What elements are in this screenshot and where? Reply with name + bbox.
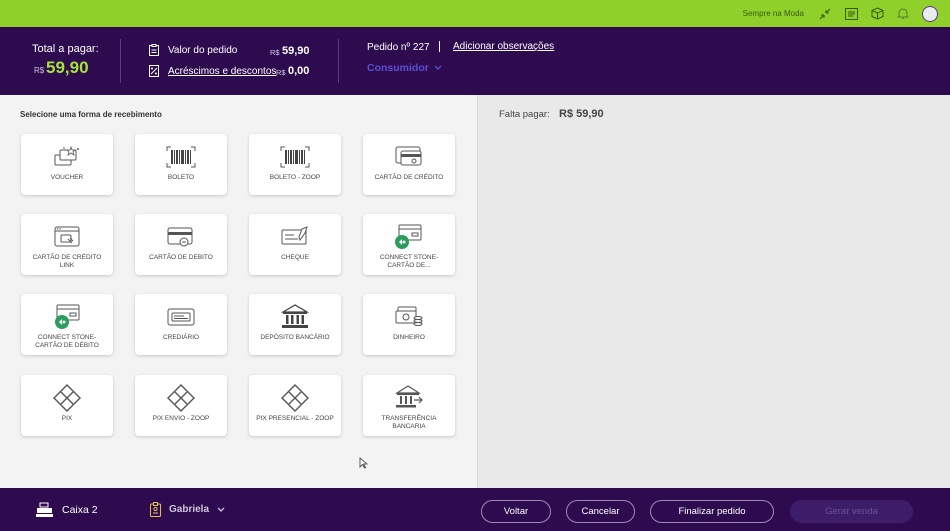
cancel-button[interactable]: Cancelar [566,500,635,523]
finalizar-pedido-button[interactable]: Finalizar pedido [650,500,774,523]
mouse-cursor-icon [359,457,368,469]
total-currency: R$ [34,66,45,75]
payment-method-deposito-bancario[interactable]: DEPÓSITO BANCÁRIO [249,294,341,355]
card-label: CREDIÁRIO [162,334,200,341]
operator-dropdown[interactable]: Gabriela [150,502,225,517]
payment-method-boleto-zoop[interactable]: BOLETO - ZOOP [249,134,341,195]
box-icon[interactable] [870,7,884,21]
cash-icon [394,304,424,330]
card-label: PIX PRESENCIAL - ZOOP [256,415,334,422]
payment-summary-panel: Falta pagar: R$ 59,90 [477,95,950,488]
credit-card-icon [394,144,424,170]
total-label: Total a pagar: [32,43,99,55]
top-bar: Sempre na Moda [0,0,950,27]
card-label: CARTÃO DE DEBITO [149,254,213,261]
card-label: VOUCHER [50,174,84,181]
add-observations-link[interactable]: Adicionar observações [453,41,554,52]
payment-method-pix-presencial-zoop[interactable]: PIX PRESENCIAL - ZOOP [249,375,341,436]
card-label: PIX ENVIO - ZOOP [152,415,210,422]
barcode-icon [166,144,196,170]
voucher-icon [52,144,82,170]
payment-method-connect-stone-debito[interactable]: CONNECT STONE-CARTÃO DE DÉBITO [21,294,113,355]
card-label: CONNECT STONE-CARTÃO DE... [379,254,439,269]
valor-currency: R$ [270,48,280,57]
pedido-number: Pedido nº 227 [367,42,430,53]
card-label: CARTÃO DE CRÉDITO LINK [32,254,102,269]
stone-card-icon [394,224,424,250]
consumidor-dropdown[interactable]: Consumidor [367,62,442,74]
card-link-icon [52,224,82,250]
payment-method-cartao-credito[interactable]: CARTÃO DE CRÉDITO [363,134,455,195]
card-label: BOLETO [167,174,195,181]
acrescimos-currency: R$ [276,68,286,77]
bell-icon[interactable] [896,7,910,21]
badge-icon [150,502,161,517]
collapse-arrows-icon[interactable] [818,7,832,21]
debit-card-icon [166,224,196,250]
percent-icon [149,65,159,77]
falta-pagar-value: R$ 59,90 [559,108,604,120]
payment-method-cheque[interactable]: CHEQUE [249,214,341,275]
payment-method-voucher[interactable]: VOUCHER [21,134,113,195]
payment-method-cartao-debito[interactable]: CARTÃO DE DEBITO [135,214,227,275]
voltar-button[interactable]: Voltar [481,500,551,523]
payment-method-crediario[interactable]: CREDIÁRIO [135,294,227,355]
gerar-venda-button[interactable]: Gerar venda [790,500,913,523]
store-name[interactable]: Sempre na Moda [743,9,804,18]
cheque-icon [280,224,310,250]
acrescimos-amount: 0,00 [288,65,310,77]
separator [439,41,440,52]
card-label: BOLETO - ZOOP [269,174,321,181]
divider [338,39,339,83]
footer-bar: Caixa 2 Gabriela Voltar Cancelar Finaliz… [0,488,950,531]
card-label: DINHEIRO [393,334,425,341]
valor-amount: 59,90 [282,45,310,57]
valor-label: Valor do pedido [168,44,238,56]
chevron-down-icon [217,507,225,512]
card-label: CHEQUE [281,254,309,261]
payment-method-transferencia-bancaria[interactable]: TRANSFERÊNCIA BANCARIA [363,375,455,436]
valor-row: Valor do pedido [149,44,237,56]
card-label: CONNECT STONE-CARTÃO DE DÉBITO [35,334,99,349]
payment-methods-title: Selecione uma forma de recebimento [20,110,162,119]
acrescimos-link[interactable]: Acréscimos e descontos [168,66,276,77]
payment-method-pix[interactable]: PIX [21,375,113,436]
caixa-label: Caixa 2 [62,503,98,516]
payment-method-pix-envio-zoop[interactable]: PIX ENVIO - ZOOP [135,375,227,436]
pix-icon [280,384,310,412]
falta-pagar-label: Falta pagar: [499,109,550,120]
card-label: PIX [61,415,73,422]
stone-card-icon [52,304,82,330]
card-label: CARTÃO DE CRÉDITO [374,174,444,181]
payment-method-boleto[interactable]: BOLETO [135,134,227,195]
bank-transfer-icon [394,385,424,411]
crediario-icon [166,304,196,330]
payment-method-dinheiro[interactable]: DINHEIRO [363,294,455,355]
payment-methods-panel: Selecione uma forma de recebimento VOUCH… [0,95,477,488]
caixa-indicator: Caixa 2 [36,502,98,517]
pix-icon [166,384,196,412]
total-value: 59,90 [46,58,89,77]
operator-name: Gabriela [169,504,210,515]
order-header: Total a pagar: R$ 59,90 Valor do pedido … [0,27,950,95]
divider [120,39,121,83]
avatar-icon[interactable] [922,5,938,22]
cash-register-icon [36,502,53,517]
chevron-down-icon [434,65,442,70]
payment-method-cartao-credito-link[interactable]: CARTÃO DE CRÉDITO LINK [21,214,113,275]
card-label: TRANSFERÊNCIA BANCARIA [381,415,437,430]
payment-method-connect-stone-credito[interactable]: CONNECT STONE-CARTÃO DE... [363,214,455,275]
acrescimos-row: Acréscimos e descontos [149,65,276,77]
barcode-icon [280,144,310,170]
consumidor-label: Consumidor [367,62,429,74]
clipboard-icon [149,44,159,56]
receipt-icon[interactable] [844,7,858,21]
bank-icon [280,304,310,330]
card-label: DEPÓSITO BANCÁRIO [260,334,330,341]
pix-icon [52,384,82,412]
